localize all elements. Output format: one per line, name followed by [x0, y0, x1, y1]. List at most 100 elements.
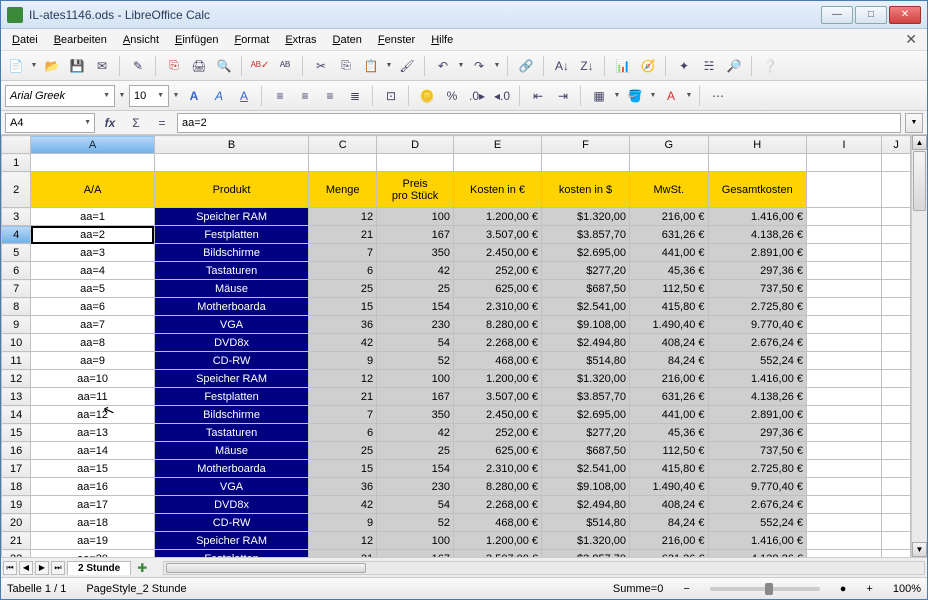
cell[interactable]: 3.507,00 € — [453, 550, 541, 558]
cell[interactable] — [154, 154, 308, 172]
cell[interactable]: $2.494,80 — [542, 496, 630, 514]
cell[interactable]: 42 — [377, 262, 454, 280]
cell[interactable]: 2.891,00 € — [708, 406, 806, 424]
cell[interactable]: aa=14 — [31, 442, 155, 460]
more-icon[interactable]: ⋯ — [707, 85, 729, 107]
email-icon[interactable]: ✉ — [91, 55, 113, 77]
cell[interactable]: Kosten in € — [453, 172, 541, 208]
cell[interactable]: 631,26 € — [629, 226, 708, 244]
cell[interactable] — [882, 334, 911, 352]
cell[interactable]: aa=13 — [31, 424, 155, 442]
cell[interactable]: Menge — [309, 172, 377, 208]
cell[interactable]: 552,24 € — [708, 352, 806, 370]
cell[interactable]: 1.416,00 € — [708, 532, 806, 550]
cell[interactable] — [882, 442, 911, 460]
cell[interactable]: 3.507,00 € — [453, 226, 541, 244]
cell[interactable]: 112,50 € — [629, 442, 708, 460]
remove-decimal-icon[interactable]: ◂.0 — [491, 85, 513, 107]
zoom-in-icon[interactable]: + — [866, 583, 872, 595]
column-header-B[interactable]: B — [154, 136, 308, 154]
cell[interactable]: 8.280,00 € — [453, 316, 541, 334]
cell[interactable]: Tastaturen — [154, 424, 308, 442]
datasources-icon[interactable]: ☵ — [698, 55, 720, 77]
cell[interactable]: 9 — [309, 514, 377, 532]
cell[interactable]: DVD8x — [154, 496, 308, 514]
cell[interactable] — [807, 280, 882, 298]
cell[interactable]: 12 — [309, 532, 377, 550]
cell[interactable] — [807, 352, 882, 370]
cell[interactable]: 100 — [377, 370, 454, 388]
cell[interactable] — [882, 370, 911, 388]
row-header[interactable]: 17 — [2, 460, 31, 478]
cell[interactable] — [882, 352, 911, 370]
equals-icon[interactable]: = — [151, 112, 173, 134]
tab-next-icon[interactable]: ▶ — [35, 561, 49, 575]
cell[interactable]: Speicher RAM — [154, 370, 308, 388]
cell[interactable]: 737,50 € — [708, 442, 806, 460]
decrease-indent-icon[interactable]: ⇤ — [527, 85, 549, 107]
menu-daten[interactable]: Daten — [326, 32, 369, 48]
menu-bearbeiten[interactable]: Bearbeiten — [47, 32, 114, 48]
maximize-button[interactable]: □ — [855, 6, 887, 24]
row-header[interactable]: 20 — [2, 514, 31, 532]
cell[interactable] — [542, 154, 630, 172]
cell[interactable]: 1.200,00 € — [453, 370, 541, 388]
cell[interactable]: 625,00 € — [453, 280, 541, 298]
cell[interactable] — [807, 514, 882, 532]
row-header[interactable]: 11 — [2, 352, 31, 370]
cell[interactable]: Bildschirme — [154, 406, 308, 424]
cell[interactable]: aa=8 — [31, 334, 155, 352]
cell[interactable]: 84,24 € — [629, 352, 708, 370]
cell[interactable]: 252,00 € — [453, 424, 541, 442]
bgcolor-icon[interactable]: 🪣 — [624, 85, 646, 107]
titlebar[interactable]: IL-ates1146.ods - LibreOffice Calc — □ ✕ — [1, 1, 927, 29]
zoom-slider[interactable] — [710, 587, 820, 591]
cell[interactable]: 12 — [309, 370, 377, 388]
cell[interactable] — [882, 262, 911, 280]
currency-icon[interactable]: 🪙 — [416, 85, 438, 107]
cell[interactable] — [807, 244, 882, 262]
cell[interactable] — [882, 532, 911, 550]
open-icon[interactable]: 📂 — [41, 55, 63, 77]
cell[interactable]: 167 — [377, 388, 454, 406]
cell[interactable]: 112,50 € — [629, 280, 708, 298]
cell[interactable]: Speicher RAM — [154, 208, 308, 226]
cell[interactable] — [309, 154, 377, 172]
cell[interactable]: Tastaturen — [154, 262, 308, 280]
cell[interactable]: 42 — [377, 424, 454, 442]
cell[interactable] — [807, 298, 882, 316]
cell[interactable]: DVD8x — [154, 334, 308, 352]
cell[interactable]: 12 — [309, 208, 377, 226]
cell[interactable]: 15 — [309, 460, 377, 478]
cell[interactable] — [882, 154, 911, 172]
cell[interactable]: 9.770,40 € — [708, 478, 806, 496]
cell[interactable] — [882, 388, 911, 406]
align-left-icon[interactable]: ≡ — [269, 85, 291, 107]
formula-expand-icon[interactable]: ▼ — [905, 113, 923, 133]
row-header[interactable]: 18 — [2, 478, 31, 496]
cell[interactable]: 154 — [377, 298, 454, 316]
cell[interactable]: $514,80 — [542, 352, 630, 370]
zoom-out-icon[interactable]: − — [683, 583, 689, 595]
column-header-F[interactable]: F — [542, 136, 630, 154]
cell[interactable] — [807, 262, 882, 280]
cell[interactable] — [882, 208, 911, 226]
help-icon[interactable]: ❔ — [759, 55, 781, 77]
font-size-combo[interactable]: 10 — [129, 85, 169, 107]
cell[interactable]: 2.725,80 € — [708, 460, 806, 478]
cell[interactable]: Festplatten — [154, 550, 308, 558]
cell[interactable]: aa=16 — [31, 478, 155, 496]
cell[interactable]: 1.490,40 € — [629, 478, 708, 496]
cell[interactable]: 2.725,80 € — [708, 298, 806, 316]
cell[interactable]: aa=7 — [31, 316, 155, 334]
cell[interactable]: 1.416,00 € — [708, 208, 806, 226]
align-right-icon[interactable]: ≡ — [319, 85, 341, 107]
cell[interactable]: 6 — [309, 424, 377, 442]
cell[interactable]: 25 — [309, 280, 377, 298]
cell[interactable]: $277,20 — [542, 424, 630, 442]
cell[interactable]: 1.200,00 € — [453, 208, 541, 226]
cell-reference-box[interactable]: A4 — [5, 113, 95, 133]
cell[interactable] — [882, 244, 911, 262]
cell[interactable] — [629, 154, 708, 172]
row-header[interactable]: 6 — [2, 262, 31, 280]
